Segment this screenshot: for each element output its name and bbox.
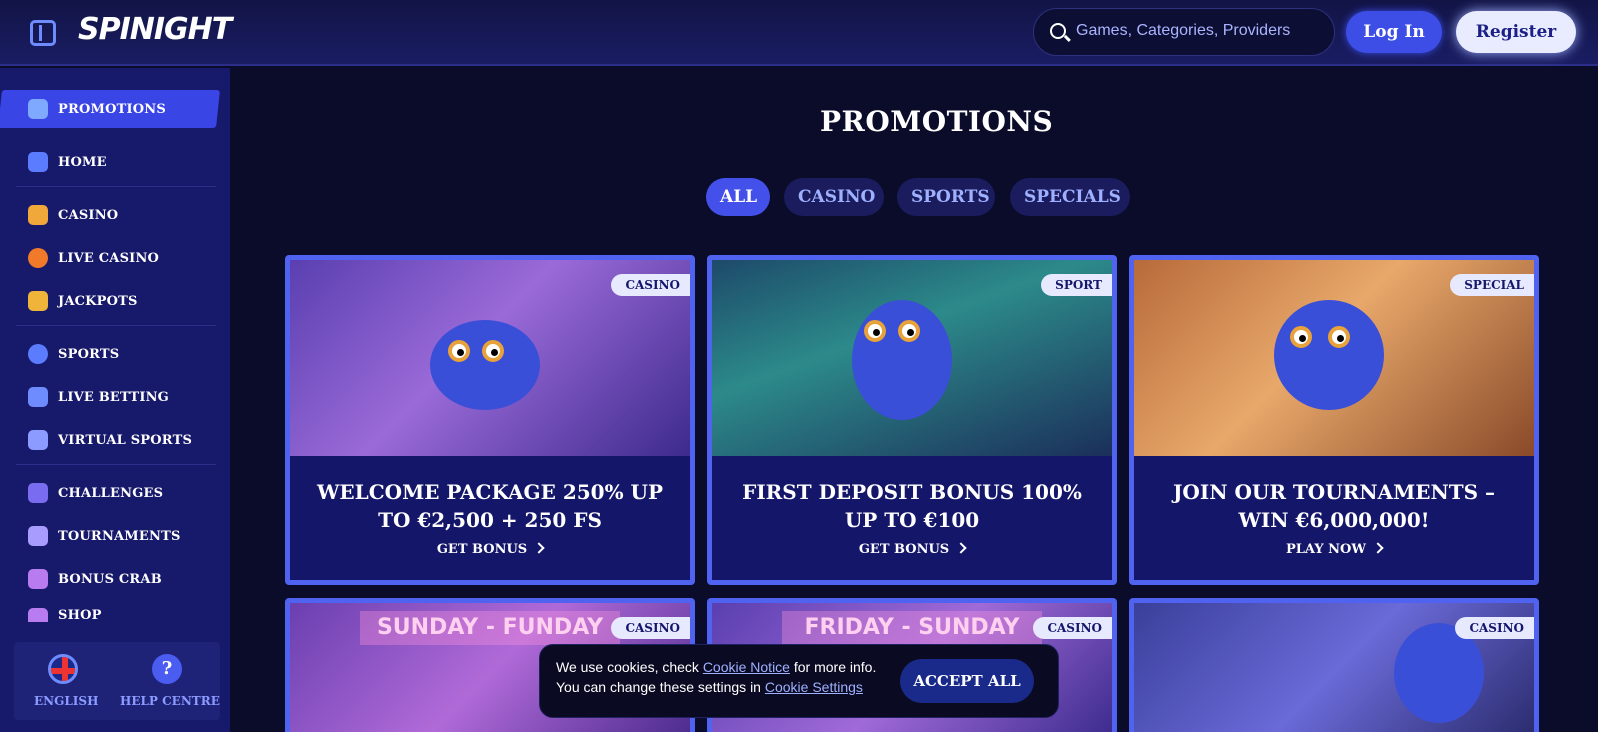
uk-flag-icon[interactable]	[48, 654, 78, 684]
cookie-text-part: We use cookies, check	[556, 659, 703, 675]
sidebar-divider	[16, 325, 216, 326]
category-tag: CASINO	[1455, 617, 1534, 639]
play-now-link[interactable]: PLAY NOW	[1134, 542, 1534, 557]
live-betting-icon	[28, 387, 48, 407]
sidebar-item-label: BONUS CRAB	[58, 571, 162, 587]
get-bonus-link[interactable]: GET BONUS	[712, 542, 1112, 557]
register-button[interactable]: Register	[1456, 11, 1576, 53]
promo-card-welcome[interactable]: CASINO WELCOME PACKAGE 250% UP TO €2,500…	[285, 255, 695, 585]
accept-all-button[interactable]: ACCEPT ALL	[900, 659, 1034, 703]
sidebar-footer: ENGLISH ? HELP CENTRE	[14, 642, 220, 720]
sidebar-item-label: CHALLENGES	[58, 485, 164, 501]
owl-eye	[448, 340, 470, 362]
cookie-settings-link[interactable]: Cookie Settings	[765, 679, 863, 695]
get-bonus-link[interactable]: GET BONUS	[290, 542, 690, 557]
sidebar-toggle-icon[interactable]	[30, 20, 56, 46]
chevron-right-icon	[955, 542, 967, 554]
sidebar-item-label: PROMOTIONS	[58, 101, 166, 117]
sidebar-item-home[interactable]: HOME	[28, 150, 107, 174]
sidebar-item-label: JACKPOTS	[58, 293, 138, 309]
promo-card-first-deposit[interactable]: SPORT FIRST DEPOSIT BONUS 100% UP TO €10…	[707, 255, 1117, 585]
sidebar-item-label: SPORTS	[58, 346, 120, 362]
sidebar-item-virtual-sports[interactable]: VIRTUAL SPORTS	[28, 428, 192, 452]
cookie-text-part: for more info.	[789, 659, 877, 675]
owl-eye	[1290, 326, 1312, 348]
virtual-sports-icon	[28, 430, 48, 450]
sidebar-item-promotions[interactable]: PROMOTIONS	[28, 97, 166, 121]
filter-casino[interactable]: CASINO	[784, 178, 884, 216]
help-icon[interactable]: ?	[152, 654, 182, 684]
page-title: PROMOTIONS	[820, 105, 1054, 138]
jackpot-icon	[28, 291, 48, 311]
search-icon	[1050, 23, 1066, 39]
promo-title: FIRST DEPOSIT BONUS 100% UP TO €100	[742, 480, 1082, 532]
sidebar-item-label: VIRTUAL SPORTS	[58, 432, 193, 448]
help-centre-link[interactable]: HELP CENTRE	[120, 694, 220, 708]
promo-title: WELCOME PACKAGE 250% UP TO €2,500 + 250 …	[316, 480, 664, 532]
sidebar-item-label: LIVE BETTING	[58, 389, 169, 405]
shop-icon	[28, 608, 48, 622]
filter-specials[interactable]: SPECIALS	[1010, 178, 1130, 216]
search-input[interactable]: Games, Categories, Providers	[1033, 8, 1335, 56]
chevron-right-icon	[533, 542, 545, 554]
logo[interactable]: SPINIGHT	[78, 12, 232, 47]
cta-label: GET BONUS	[436, 542, 528, 557]
trophy-icon	[28, 526, 48, 546]
cookie-text-part: You can change these settings in	[556, 679, 765, 695]
gift-icon	[28, 99, 48, 119]
category-tag: CASINO	[611, 274, 690, 296]
sidebar-item-live-casino[interactable]: LIVE CASINO	[28, 246, 159, 270]
owl-illustration	[430, 320, 540, 410]
promo-title: JOIN OUR TOURNAMENTS – WIN €6,000,000!	[1172, 480, 1496, 532]
sidebar-divider	[16, 464, 216, 465]
owl-eye	[898, 320, 920, 342]
sidebar-divider	[16, 186, 216, 187]
sidebar-item-shop[interactable]: SHOP	[28, 608, 102, 622]
category-tag: SPORT	[1041, 274, 1112, 296]
sidebar-item-label: HOME	[58, 154, 107, 170]
category-tag: SPECIAL	[1450, 274, 1534, 296]
sidebar-item-label: TOURNAMENTS	[58, 528, 181, 544]
cta-label: PLAY NOW	[1286, 542, 1366, 557]
sports-ball-icon	[28, 344, 48, 364]
chevron-right-icon	[1372, 542, 1384, 554]
owl-illustration	[1274, 300, 1384, 410]
search-placeholder: Games, Categories, Providers	[1076, 22, 1291, 39]
sidebar-item-sports[interactable]: SPORTS	[28, 342, 119, 366]
live-casino-icon	[28, 248, 48, 268]
owl-eye	[1328, 326, 1350, 348]
home-icon	[28, 152, 48, 172]
category-tag: CASINO	[1033, 617, 1112, 639]
sidebar-item-tournaments[interactable]: TOURNAMENTS	[28, 524, 181, 548]
owl-eye	[864, 320, 886, 342]
cookie-text: We use cookies, check Cookie Notice for …	[556, 657, 876, 697]
sidebar-item-bonus-crab[interactable]: BONUS CRAB	[28, 567, 162, 591]
sidebar-item-label: LIVE CASINO	[58, 250, 160, 266]
filter-all[interactable]: ALL	[706, 178, 770, 216]
sidebar-item-challenges[interactable]: CHALLENGES	[28, 481, 163, 505]
cta-label: GET BONUS	[858, 542, 950, 557]
promo-banner: SUNDAY - FUNDAY	[360, 611, 620, 645]
casino-icon	[28, 205, 48, 225]
challenge-star-icon	[28, 483, 48, 503]
category-tag: CASINO	[611, 617, 690, 639]
filter-sports[interactable]: SPORTS	[897, 178, 995, 216]
promo-banner: FRIDAY - SUNDAY	[782, 611, 1042, 645]
language-selector[interactable]: ENGLISH	[34, 694, 98, 708]
cookie-notice-link[interactable]: Cookie Notice	[703, 659, 790, 675]
sidebar-item-jackpots[interactable]: JACKPOTS	[28, 289, 138, 313]
login-button[interactable]: Log In	[1346, 11, 1442, 53]
sidebar-item-live-betting[interactable]: LIVE BETTING	[28, 385, 169, 409]
sidebar-item-casino[interactable]: CASINO	[28, 203, 118, 227]
bonus-crab-icon	[28, 569, 48, 589]
owl-illustration	[852, 300, 952, 420]
promo-card-casino[interactable]: CASINO	[1129, 598, 1539, 732]
cookie-banner: We use cookies, check Cookie Notice for …	[539, 644, 1059, 718]
sidebar-item-label: CASINO	[58, 207, 119, 223]
owl-eye	[482, 340, 504, 362]
sidebar-item-label: SHOP	[58, 608, 102, 622]
sidebar: PROMOTIONS HOME CASINO LIVE CASINO JACKP…	[0, 68, 230, 732]
top-header: SPINIGHT Games, Categories, Providers Lo…	[0, 0, 1598, 66]
promo-card-tournaments[interactable]: SPECIAL JOIN OUR TOURNAMENTS – WIN €6,00…	[1129, 255, 1539, 585]
